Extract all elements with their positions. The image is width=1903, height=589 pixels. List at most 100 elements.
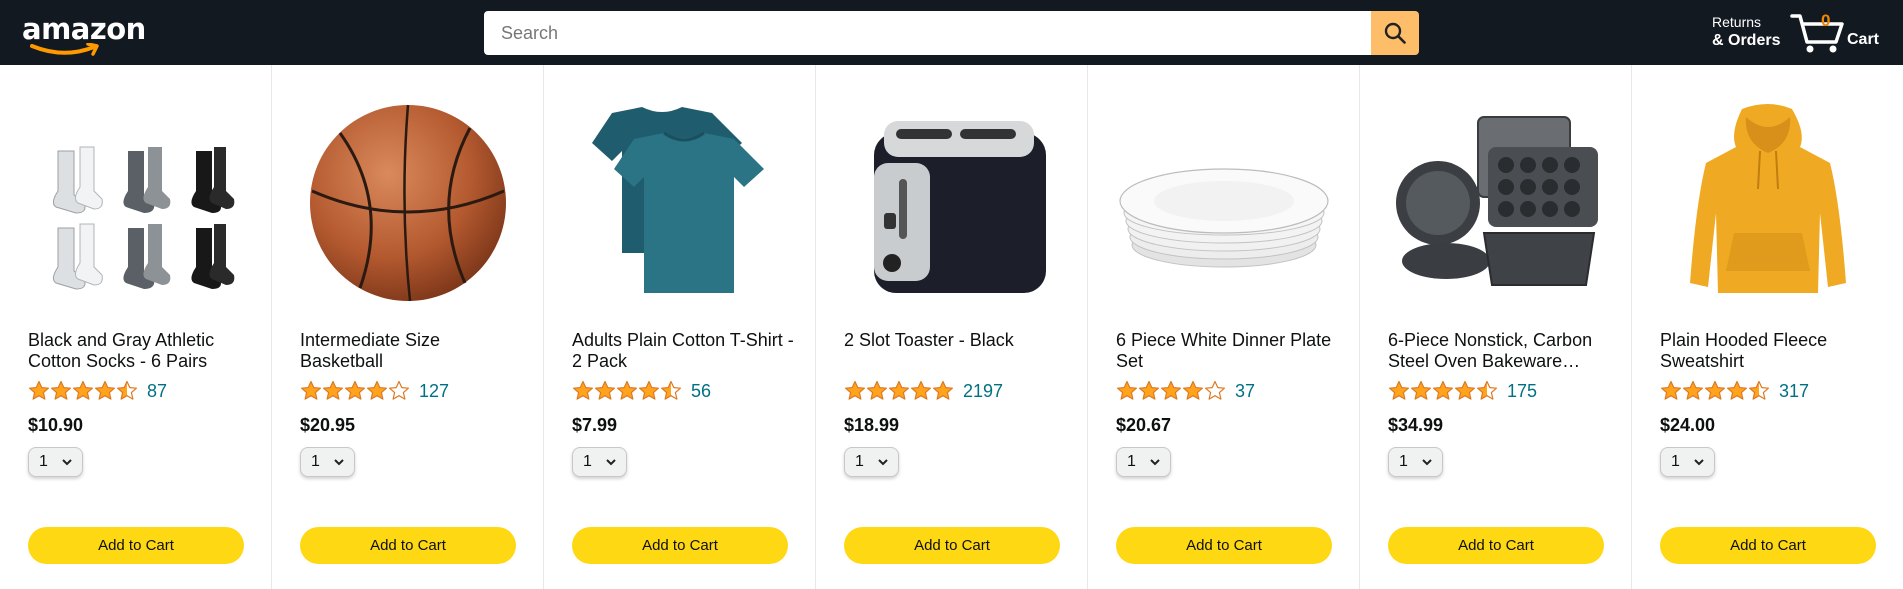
cart-icon (1790, 14, 1844, 53)
quantity-value: 1 (1127, 453, 1136, 470)
star-icon (1705, 380, 1725, 400)
star-icon (95, 380, 115, 400)
product-image[interactable] (300, 103, 515, 303)
returns-label: Returns (1712, 14, 1762, 30)
amazon-logo[interactable]: amazon (22, 12, 146, 56)
star-icon (1727, 380, 1747, 400)
rating-count[interactable]: 2197 (963, 381, 1003, 402)
product-image[interactable] (1388, 103, 1603, 303)
search-input[interactable] (484, 11, 1371, 55)
product-card: 2 Slot Toaster - Black 2197 $18.99 1 Add… (816, 65, 1088, 589)
plates-image-icon (1119, 168, 1329, 268)
quantity-value: 1 (1399, 453, 1408, 470)
rating-count[interactable]: 317 (1779, 381, 1809, 402)
top-nav-bar: amazon Returns & Orders 0 Cart (0, 0, 1903, 65)
add-to-cart-button[interactable]: Add to Cart (572, 527, 788, 564)
quantity-select[interactable]: 1 (572, 447, 627, 477)
product-rating: 56 (572, 379, 711, 403)
star-icon (845, 380, 865, 400)
tshirt-image-icon (592, 107, 764, 293)
star-icon (29, 380, 49, 400)
star-icon (1477, 380, 1497, 400)
star-icon (867, 380, 887, 400)
rating-count[interactable]: 127 (419, 381, 449, 402)
add-to-cart-button[interactable]: Add to Cart (1388, 527, 1604, 564)
product-image[interactable] (572, 103, 787, 303)
search-bar (484, 11, 1419, 55)
product-image[interactable] (1116, 103, 1331, 303)
product-name[interactable]: 2 Slot Toaster - Black (844, 330, 1069, 351)
star-icon (73, 380, 93, 400)
toaster-image-icon (874, 121, 1046, 293)
search-icon (1384, 22, 1406, 44)
star-icon (617, 380, 637, 400)
product-image[interactable] (28, 103, 243, 303)
star-icon (1139, 380, 1159, 400)
product-name[interactable]: Black and Gray Athletic Cotton Socks - 6… (28, 330, 253, 372)
add-to-cart-button[interactable]: Add to Cart (1660, 527, 1876, 564)
product-price: $7.99 (572, 415, 618, 435)
chevron-down-icon (606, 459, 616, 466)
product-grid: Black and Gray Athletic Cotton Socks - 6… (0, 65, 1903, 589)
product-name[interactable]: 6 Piece White Dinner Plate Set (1116, 330, 1341, 372)
star-rating (1660, 380, 1770, 402)
add-to-cart-button[interactable]: Add to Cart (1116, 527, 1332, 564)
star-icon (1433, 380, 1453, 400)
star-icon (595, 380, 615, 400)
add-to-cart-button[interactable]: Add to Cart (300, 527, 516, 564)
star-rating (1116, 380, 1226, 402)
star-icon (1411, 380, 1431, 400)
quantity-select[interactable]: 1 (1388, 447, 1443, 477)
product-image[interactable] (1660, 103, 1875, 303)
product-name[interactable]: Plain Hooded Fleece Sweatshirt (1660, 330, 1885, 372)
rating-count[interactable]: 56 (691, 381, 711, 402)
product-price: $34.99 (1388, 415, 1444, 435)
product-name[interactable]: 6-Piece Nonstick, Carbon Steel Oven Bake… (1388, 330, 1613, 372)
star-icon (933, 380, 953, 400)
chevron-down-icon (62, 459, 72, 466)
product-price: $18.99 (844, 415, 900, 435)
rating-count[interactable]: 37 (1235, 381, 1255, 402)
chevron-down-icon (334, 459, 344, 466)
quantity-select[interactable]: 1 (300, 447, 355, 477)
cart-label: Cart (1847, 31, 1880, 48)
rating-count[interactable]: 87 (147, 381, 167, 402)
cart-link[interactable]: 0 Cart (1790, 10, 1890, 54)
product-image[interactable] (844, 103, 1059, 303)
star-icon (1683, 380, 1703, 400)
star-icon (1161, 380, 1181, 400)
product-card: Intermediate Size Basketball 127 $20.95 … (272, 65, 544, 589)
product-card: Black and Gray Athletic Cotton Socks - 6… (0, 65, 272, 589)
chevron-down-icon (1694, 459, 1704, 466)
logo-text: amazon (22, 12, 146, 46)
logo-smile-icon (30, 43, 99, 56)
quantity-select[interactable]: 1 (1660, 447, 1715, 477)
product-rating: 317 (1660, 379, 1809, 403)
add-to-cart-button[interactable]: Add to Cart (844, 527, 1060, 564)
star-rating (300, 380, 410, 402)
product-rating: 175 (1388, 379, 1537, 403)
star-icon (301, 380, 321, 400)
quantity-select[interactable]: 1 (844, 447, 899, 477)
product-rating: 87 (28, 379, 167, 403)
product-rating: 37 (1116, 379, 1255, 403)
cart-count: 0 (1821, 11, 1831, 30)
star-icon (389, 380, 409, 400)
star-icon (661, 380, 681, 400)
quantity-select[interactable]: 1 (1116, 447, 1171, 477)
star-icon (1389, 380, 1409, 400)
hoodie-image-icon (1690, 104, 1846, 293)
product-name[interactable]: Intermediate Size Basketball (300, 330, 525, 372)
quantity-select[interactable]: 1 (28, 447, 83, 477)
product-price: $24.00 (1660, 415, 1716, 435)
product-name[interactable]: Adults Plain Cotton T-Shirt - 2 Pack (572, 330, 797, 372)
star-rating (28, 380, 138, 402)
star-icon (323, 380, 343, 400)
star-icon (889, 380, 909, 400)
returns-orders-link[interactable]: Returns & Orders (1712, 14, 1780, 50)
star-icon (1749, 380, 1769, 400)
search-button[interactable] (1371, 11, 1419, 55)
orders-label: & Orders (1712, 32, 1781, 49)
rating-count[interactable]: 175 (1507, 381, 1537, 402)
add-to-cart-button[interactable]: Add to Cart (28, 527, 244, 564)
